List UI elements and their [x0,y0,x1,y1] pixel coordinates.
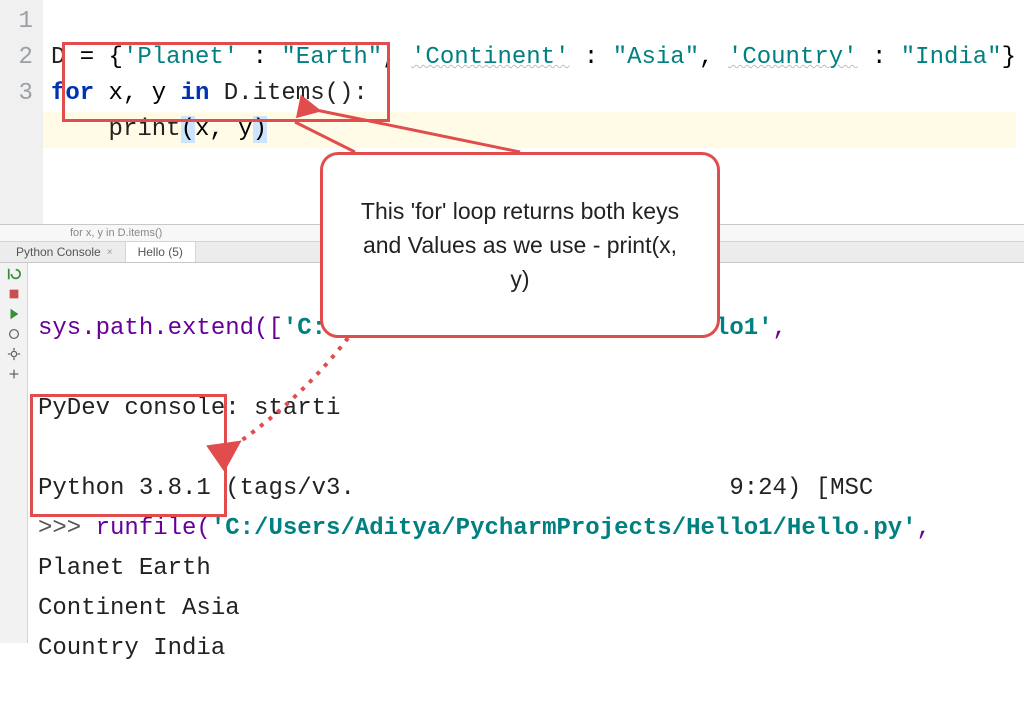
code-token: ( [181,116,195,143]
tab-label: Hello (5) [138,245,183,259]
console-prompt: >>> [38,515,96,542]
line-number: 3 [0,76,33,112]
code-token: 'Country' [728,44,858,71]
console-line: sys.path.extend([ [38,315,283,342]
code-token: , [699,44,728,71]
code-token: D.items(): [224,80,368,107]
console-line: , [773,315,787,342]
debug-icon[interactable] [7,327,21,341]
code-token: D [51,44,65,71]
settings-icon[interactable] [7,347,21,361]
code-token [51,116,109,143]
code-token: for [51,80,109,107]
output-line: Continent Asia [38,595,240,622]
code-token: = { [65,44,123,71]
output-line: Country India [38,635,225,662]
code-token: x, y [109,80,181,107]
tab-hello[interactable]: Hello (5) [126,242,196,262]
line-number: 2 [0,40,33,76]
tab-python-console[interactable]: Python Console × [4,242,126,262]
console-line: , [917,515,931,542]
code-token: "Asia" [613,44,699,71]
callout-text: This 'for' loop returns both keys and Va… [351,194,689,296]
line-number: 1 [0,4,33,40]
console-line: PyDev console: starti [38,395,340,422]
code-token: , [382,44,411,71]
code-token: x, y [195,116,253,143]
play-icon[interactable] [7,307,21,321]
code-token: ) [253,116,267,143]
console-line: runfile( [96,515,211,542]
code-token: 'Continent' [411,44,569,71]
code-token: 'Planet' [123,44,238,71]
console-line: Python 3.8.1 (tags/v3. 9:24) [MSC [38,475,873,502]
code-token: print [109,116,181,143]
code-token: "Earth" [281,44,382,71]
line-number-gutter: 1 2 3 [0,0,43,224]
code-token: : [858,44,901,71]
code-token: in [181,80,224,107]
code-token: : [238,44,281,71]
add-icon[interactable] [7,367,21,381]
code-token: : [569,44,612,71]
close-icon[interactable]: × [107,247,113,258]
console-line: 'C:/Users/Aditya/PycharmProjects/Hello1/… [211,515,917,542]
annotation-callout: This 'for' loop returns both keys and Va… [320,152,720,338]
rerun-icon[interactable] [7,267,21,281]
code-token: "India" [901,44,1002,71]
tab-label: Python Console [16,245,101,259]
code-token: } [1002,44,1016,71]
stop-icon[interactable] [7,287,21,301]
output-line: Planet Earth [38,555,211,582]
console-toolbar [0,263,28,643]
